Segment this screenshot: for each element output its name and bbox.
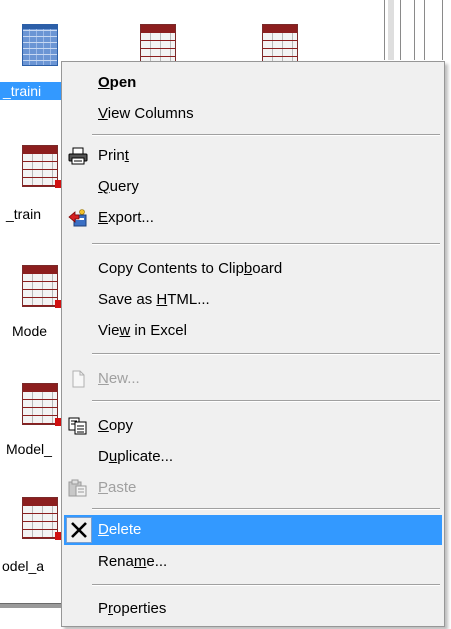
- menu-item-label: View Columns: [98, 105, 194, 122]
- menu-item-label: Open: [98, 74, 137, 91]
- menu-item-copy-contents-to-clipboard[interactable]: Copy Contents to Clipboard: [64, 254, 442, 284]
- menu-item-delete[interactable]: Delete: [64, 515, 442, 545]
- menu-separator: [92, 508, 440, 510]
- menu-item-label: Rename...: [98, 553, 168, 570]
- menu-separator: [92, 243, 440, 245]
- vertical-scrollbar[interactable]: [380, 0, 451, 60]
- object-label[interactable]: Model_: [6, 440, 52, 458]
- menu-separator: [92, 584, 440, 586]
- menu-item-properties[interactable]: Properties: [64, 594, 442, 624]
- table-icon[interactable]: [22, 145, 63, 188]
- menu-item-view-in-excel[interactable]: View in Excel: [64, 316, 442, 346]
- new-document-icon: [68, 370, 88, 388]
- menu-item-export[interactable]: Export...: [64, 203, 442, 233]
- object-label[interactable]: odel_a: [2, 557, 44, 575]
- table-icon[interactable]: [22, 383, 63, 426]
- menu-item-label: Duplicate...: [98, 448, 174, 465]
- menu-separator: [92, 353, 440, 355]
- menu-item-open[interactable]: Open: [64, 68, 442, 98]
- menu-item-label: Print: [98, 147, 129, 164]
- menu-item-duplicate[interactable]: Duplicate...: [64, 442, 442, 472]
- object-label[interactable]: Mode: [12, 322, 47, 340]
- delete-icon: [66, 517, 92, 543]
- menu-item-label: Copy Contents to Clipboard: [98, 260, 283, 277]
- menu-item-print[interactable]: Print: [64, 141, 442, 171]
- menu-separator: [92, 134, 440, 136]
- menu-item-label: Copy: [98, 417, 134, 434]
- table-icon[interactable]: [140, 24, 176, 66]
- menu-separator: [92, 400, 440, 402]
- menu-item-new[interactable]: New...: [64, 364, 442, 394]
- menu-item-label: Save as HTML...: [98, 291, 210, 308]
- object-label-selected[interactable]: _traini: [0, 82, 64, 100]
- copy-icon: [68, 417, 88, 435]
- menu-item-label: View in Excel: [98, 322, 187, 339]
- menu-item-paste[interactable]: Paste: [64, 473, 442, 503]
- print-icon: [68, 147, 88, 165]
- menu-item-label: New...: [98, 370, 140, 387]
- horizontal-scrollbar[interactable]: [0, 603, 64, 608]
- menu-item-query[interactable]: Query: [64, 172, 442, 202]
- menu-item-label: Query: [98, 178, 139, 195]
- menu-item-label: Properties: [98, 600, 167, 617]
- menu-item-label: Paste: [98, 479, 137, 496]
- table-icon[interactable]: [22, 265, 63, 308]
- object-label[interactable]: _train: [6, 205, 41, 223]
- menu-item-label: Export...: [98, 209, 154, 226]
- menu-item-copy[interactable]: Copy: [64, 411, 442, 441]
- table-icon[interactable]: [262, 24, 298, 66]
- context-menu: Open View Columns Print Query Export... …: [61, 61, 445, 627]
- table-icon[interactable]: [22, 497, 63, 540]
- menu-item-save-as-html[interactable]: Save as HTML...: [64, 285, 442, 315]
- menu-item-rename[interactable]: Rename...: [64, 547, 442, 577]
- menu-item-view-columns[interactable]: View Columns: [64, 99, 442, 129]
- table-icon-selected[interactable]: [22, 24, 58, 66]
- menu-item-label: Delete: [98, 521, 142, 538]
- export-icon: [68, 209, 88, 227]
- paste-icon: [68, 479, 88, 497]
